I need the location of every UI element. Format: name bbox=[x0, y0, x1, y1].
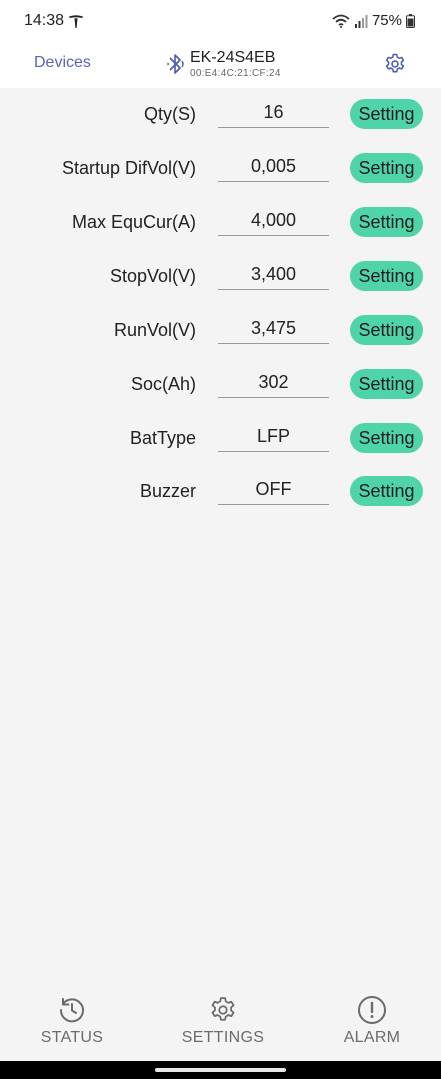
setting-label: Soc(Ah) bbox=[130, 374, 196, 394]
status-icons: 75% bbox=[332, 12, 415, 29]
app-header: Devices EK-24S4EB 00:E4:4C:21:CF:24 bbox=[0, 44, 441, 88]
setting-row-stopvol: StopVol(V) 3,400 Setting bbox=[0, 250, 441, 304]
setting-row-buzzer: Buzzer OFF Setting bbox=[0, 465, 441, 519]
setting-value-input[interactable]: 3,475 bbox=[218, 313, 329, 344]
setting-value-input[interactable]: 0,005 bbox=[218, 151, 329, 182]
setting-row-soc: Soc(Ah) 302 Setting bbox=[0, 358, 441, 412]
gear-icon bbox=[211, 997, 235, 1021]
nav-settings-label: SETTINGS bbox=[181, 1029, 265, 1046]
setting-row-battype: BatType LFP Setting bbox=[0, 412, 441, 466]
status-bar: 14:38 75% bbox=[0, 0, 441, 44]
signal-icon bbox=[354, 14, 368, 28]
device-mac-address: 00:E4:4C:21:CF:24 bbox=[190, 68, 281, 79]
setting-label: RunVol(V) bbox=[113, 320, 196, 340]
wifi-icon bbox=[332, 14, 350, 28]
setting-button[interactable]: Setting bbox=[350, 369, 423, 399]
tesla-logo-icon bbox=[69, 15, 83, 28]
setting-value-input[interactable]: 4,000 bbox=[218, 205, 329, 236]
setting-value-select[interactable]: OFF bbox=[218, 474, 329, 505]
setting-label: BatType bbox=[129, 428, 196, 448]
setting-button[interactable]: Setting bbox=[350, 315, 423, 345]
battery-percent: 75% bbox=[371, 12, 402, 29]
setting-row-startup-difvol: Startup DifVol(V) 0,005 Setting bbox=[0, 142, 441, 196]
setting-row-max-equcur: Max EquCur(A) 4,000 Setting bbox=[0, 196, 441, 250]
nav-alarm[interactable]: ALARM bbox=[312, 995, 432, 1047]
setting-button[interactable]: Setting bbox=[350, 423, 423, 453]
setting-button[interactable]: Setting bbox=[350, 476, 423, 506]
setting-button[interactable]: Setting bbox=[350, 153, 423, 183]
setting-label: Max EquCur(A) bbox=[71, 212, 196, 232]
setting-value-input[interactable]: 302 bbox=[218, 367, 329, 398]
bluetooth-icon bbox=[167, 54, 184, 74]
setting-label: Buzzer bbox=[139, 481, 196, 501]
setting-value-select[interactable]: LFP bbox=[218, 421, 329, 452]
setting-row-qty: Qty(S) 16 Setting bbox=[0, 88, 441, 142]
setting-button[interactable]: Setting bbox=[350, 261, 423, 291]
nav-settings[interactable]: SETTINGS bbox=[163, 995, 283, 1047]
history-icon bbox=[59, 998, 84, 1023]
setting-label: Startup DifVol(V) bbox=[61, 158, 196, 178]
nav-status[interactable]: STATUS bbox=[12, 995, 132, 1047]
device-name: EK-24S4EB bbox=[190, 49, 276, 66]
alert-icon bbox=[358, 996, 386, 1024]
devices-link[interactable]: Devices bbox=[34, 54, 91, 72]
setting-button[interactable]: Setting bbox=[350, 207, 423, 237]
nav-alarm-label: ALARM bbox=[343, 1029, 401, 1046]
setting-button[interactable]: Setting bbox=[350, 99, 423, 129]
setting-label: StopVol(V) bbox=[109, 266, 196, 286]
battery-icon bbox=[406, 13, 415, 28]
status-time: 14:38 bbox=[24, 12, 65, 29]
header-gear-icon[interactable] bbox=[383, 52, 407, 76]
nav-status-label: STATUS bbox=[40, 1029, 104, 1046]
setting-value-input[interactable]: 16 bbox=[218, 97, 329, 128]
bottom-navigation: STATUS SETTINGS ALARM bbox=[0, 985, 441, 1061]
setting-label: Qty(S) bbox=[144, 104, 196, 124]
system-gesture-bar bbox=[0, 1061, 441, 1079]
home-gesture-handle[interactable] bbox=[155, 1068, 286, 1072]
setting-row-runvol: RunVol(V) 3,475 Setting bbox=[0, 304, 441, 358]
setting-value-input[interactable]: 3,400 bbox=[218, 259, 329, 290]
